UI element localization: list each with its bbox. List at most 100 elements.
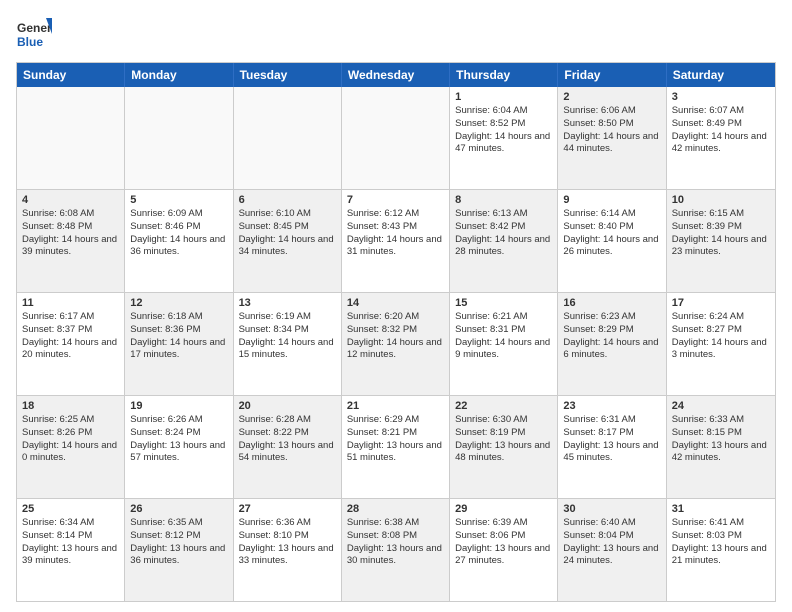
cell-text: Sunrise: 6:19 AM Sunset: 8:34 PM Dayligh… [239, 311, 336, 362]
day-number: 17 [672, 297, 770, 309]
calendar-cell: 16Sunrise: 6:23 AM Sunset: 8:29 PM Dayli… [558, 293, 666, 395]
cell-text: Sunrise: 6:10 AM Sunset: 8:45 PM Dayligh… [239, 208, 336, 259]
cell-text: Sunrise: 6:40 AM Sunset: 8:04 PM Dayligh… [563, 517, 660, 568]
calendar-row: 18 Sunrise: 6:25 AM Sunset: 8:26 PM Dayli… [17, 395, 775, 498]
day-number: 20 [239, 400, 336, 412]
day-number: 27 [239, 503, 336, 515]
calendar-cell: 22 Sunrise: 6:30 AM Sunset: 8:19 PM Dayli… [450, 396, 558, 498]
calendar-cell: 26Sunrise: 6:35 AM Sunset: 8:12 PM Dayli… [125, 499, 233, 601]
page: General Blue SundayMondayTuesdayWednesda… [0, 0, 792, 612]
day-number: 12 [130, 297, 227, 309]
calendar-row: 4 Sunrise: 6:08 AM Sunset: 8:48 PM Daylig… [17, 189, 775, 292]
cell-text: Sunrise: 6:09 AM Sunset: 8:46 PM Dayligh… [130, 208, 227, 259]
day-number: 2 [563, 91, 660, 103]
day-number: 5 [130, 194, 227, 206]
calendar-cell: 25Sunrise: 6:34 AM Sunset: 8:14 PM Dayli… [17, 499, 125, 601]
cell-text: Sunrise: 6:30 AM Sunset: 8:19 PM Dayligh… [455, 414, 552, 465]
day-number: 18 [22, 400, 119, 412]
day-number: 8 [455, 194, 552, 206]
calendar-cell: 20 Sunrise: 6:28 AM Sunset: 8:22 PM Dayli… [234, 396, 342, 498]
calendar-cell [234, 87, 342, 189]
calendar-cell: 24 Sunrise: 6:33 AM Sunset: 8:15 PM Dayli… [667, 396, 775, 498]
calendar-cell: 2 Sunrise: 6:06 AM Sunset: 8:50 PM Daylig… [558, 87, 666, 189]
calendar-cell [125, 87, 233, 189]
calendar-cell: 3 Sunrise: 6:07 AM Sunset: 8:49 PM Daylig… [667, 87, 775, 189]
header: General Blue [16, 16, 776, 52]
cell-text: Sunrise: 6:14 AM Sunset: 8:40 PM Dayligh… [563, 208, 660, 259]
calendar-header: SundayMondayTuesdayWednesdayThursdayFrid… [17, 63, 775, 87]
cell-text: Sunrise: 6:33 AM Sunset: 8:15 PM Dayligh… [672, 414, 770, 465]
cell-text: Sunrise: 6:28 AM Sunset: 8:22 PM Dayligh… [239, 414, 336, 465]
day-number: 13 [239, 297, 336, 309]
svg-text:General: General [17, 21, 52, 35]
calendar-cell: 23Sunrise: 6:31 AM Sunset: 8:17 PM Dayli… [558, 396, 666, 498]
calendar-cell [17, 87, 125, 189]
calendar-cell: 12 Sunrise: 6:18 AM Sunset: 8:36 PM Dayli… [125, 293, 233, 395]
day-number: 31 [672, 503, 770, 515]
cell-text: Sunrise: 6:18 AM Sunset: 8:36 PM Dayligh… [130, 311, 227, 362]
calendar-cell: 1Sunrise: 6:04 AM Sunset: 8:52 PM Daylig… [450, 87, 558, 189]
day-number: 21 [347, 400, 444, 412]
calendar-cell: 7 Sunrise: 6:12 AM Sunset: 8:43 PM Daylig… [342, 190, 450, 292]
cell-text: Sunrise: 6:39 AM Sunset: 8:06 PM Dayligh… [455, 517, 552, 568]
calendar-header-cell: Monday [125, 63, 233, 87]
calendar-cell: 15 Sunrise: 6:21 AM Sunset: 8:31 PM Dayli… [450, 293, 558, 395]
calendar-row: 25Sunrise: 6:34 AM Sunset: 8:14 PM Dayli… [17, 498, 775, 601]
calendar-cell: 19 Sunrise: 6:26 AM Sunset: 8:24 PM Dayli… [125, 396, 233, 498]
cell-text: Sunrise: 6:17 AM Sunset: 8:37 PM Dayligh… [22, 311, 119, 362]
day-number: 7 [347, 194, 444, 206]
calendar-cell: 27Sunrise: 6:36 AM Sunset: 8:10 PM Dayli… [234, 499, 342, 601]
cell-text: Sunrise: 6:21 AM Sunset: 8:31 PM Dayligh… [455, 311, 552, 362]
day-number: 19 [130, 400, 227, 412]
cell-text: Sunrise: 6:25 AM Sunset: 8:26 PM Dayligh… [22, 414, 119, 465]
calendar-cell: 17 Sunrise: 6:24 AM Sunset: 8:27 PM Dayli… [667, 293, 775, 395]
day-number: 3 [672, 91, 770, 103]
calendar-cell: 29 Sunrise: 6:39 AM Sunset: 8:06 PM Dayli… [450, 499, 558, 601]
cell-text: Sunrise: 6:13 AM Sunset: 8:42 PM Dayligh… [455, 208, 552, 259]
day-number: 9 [563, 194, 660, 206]
cell-text: Sunrise: 6:24 AM Sunset: 8:27 PM Dayligh… [672, 311, 770, 362]
calendar-header-cell: Friday [558, 63, 666, 87]
cell-text: Sunrise: 6:31 AM Sunset: 8:17 PM Dayligh… [563, 414, 660, 465]
day-number: 30 [563, 503, 660, 515]
cell-text: Sunrise: 6:06 AM Sunset: 8:50 PM Dayligh… [563, 105, 660, 156]
calendar-cell: 31 Sunrise: 6:41 AM Sunset: 8:03 PM Dayli… [667, 499, 775, 601]
cell-text: Sunrise: 6:15 AM Sunset: 8:39 PM Dayligh… [672, 208, 770, 259]
calendar-header-cell: Wednesday [342, 63, 450, 87]
day-number: 24 [672, 400, 770, 412]
calendar-cell: 10 Sunrise: 6:15 AM Sunset: 8:39 PM Dayli… [667, 190, 775, 292]
day-number: 15 [455, 297, 552, 309]
cell-text: Sunrise: 6:08 AM Sunset: 8:48 PM Dayligh… [22, 208, 119, 259]
cell-text: Sunrise: 6:38 AM Sunset: 8:08 PM Dayligh… [347, 517, 444, 568]
logo: General Blue [16, 16, 52, 52]
cell-text: Sunrise: 6:34 AM Sunset: 8:14 PM Dayligh… [22, 517, 119, 568]
logo-svg: General Blue [16, 16, 52, 52]
cell-text: Sunrise: 6:12 AM Sunset: 8:43 PM Dayligh… [347, 208, 444, 259]
calendar-header-cell: Tuesday [234, 63, 342, 87]
day-number: 11 [22, 297, 119, 309]
calendar-body: 1Sunrise: 6:04 AM Sunset: 8:52 PM Daylig… [17, 87, 775, 601]
calendar-header-cell: Thursday [450, 63, 558, 87]
day-number: 29 [455, 503, 552, 515]
calendar-cell: 13 Sunrise: 6:19 AM Sunset: 8:34 PM Dayli… [234, 293, 342, 395]
calendar-cell: 11 Sunrise: 6:17 AM Sunset: 8:37 PM Dayli… [17, 293, 125, 395]
calendar-row: 1Sunrise: 6:04 AM Sunset: 8:52 PM Daylig… [17, 87, 775, 189]
calendar-cell [342, 87, 450, 189]
cell-text: Sunrise: 6:23 AM Sunset: 8:29 PM Dayligh… [563, 311, 660, 362]
calendar-cell: 21 Sunrise: 6:29 AM Sunset: 8:21 PM Dayli… [342, 396, 450, 498]
calendar-cell: 6Sunrise: 6:10 AM Sunset: 8:45 PM Daylig… [234, 190, 342, 292]
day-number: 10 [672, 194, 770, 206]
calendar-header-cell: Sunday [17, 63, 125, 87]
calendar-cell: 18 Sunrise: 6:25 AM Sunset: 8:26 PM Dayli… [17, 396, 125, 498]
calendar-cell: 9 Sunrise: 6:14 AM Sunset: 8:40 PM Daylig… [558, 190, 666, 292]
calendar-row: 11 Sunrise: 6:17 AM Sunset: 8:37 PM Dayli… [17, 292, 775, 395]
calendar-cell: 30 Sunrise: 6:40 AM Sunset: 8:04 PM Dayli… [558, 499, 666, 601]
cell-text: Sunrise: 6:07 AM Sunset: 8:49 PM Dayligh… [672, 105, 770, 156]
cell-text: Sunrise: 6:29 AM Sunset: 8:21 PM Dayligh… [347, 414, 444, 465]
day-number: 4 [22, 194, 119, 206]
cell-text: Sunrise: 6:26 AM Sunset: 8:24 PM Dayligh… [130, 414, 227, 465]
day-number: 22 [455, 400, 552, 412]
cell-text: Sunrise: 6:41 AM Sunset: 8:03 PM Dayligh… [672, 517, 770, 568]
calendar-cell: 5 Sunrise: 6:09 AM Sunset: 8:46 PM Daylig… [125, 190, 233, 292]
cell-text: Sunrise: 6:20 AM Sunset: 8:32 PM Dayligh… [347, 311, 444, 362]
